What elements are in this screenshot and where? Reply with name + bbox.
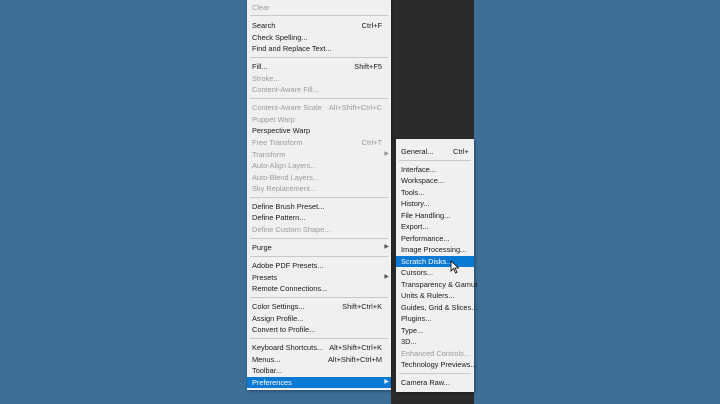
- submenu-item-camera-raw[interactable]: Camera Raw...: [396, 377, 474, 388]
- submenu-item-export[interactable]: Export...: [396, 221, 474, 232]
- shortcut-label: Ctrl+: [453, 147, 469, 156]
- menu-item-auto-blend-layers: Auto-Blend Layers...: [252, 173, 319, 182]
- submenu-item-history[interactable]: History...: [396, 198, 474, 209]
- menu-item-keyboard-shortcuts[interactable]: Keyboard Shortcuts... Alt+Shift+Ctrl+K: [247, 342, 391, 353]
- menu-item-presets[interactable]: Presets ▶: [247, 272, 391, 283]
- shortcut-label: Alt+Shift+Ctrl+C: [328, 103, 382, 112]
- edit-menu: Clear Search Ctrl+F Check Spelling... Fin…: [247, 0, 391, 390]
- preferences-submenu: General... Ctrl+ Interface... Workspace..…: [396, 139, 477, 392]
- submenu-item-performance[interactable]: Performance...: [396, 233, 474, 244]
- menu-separator: [250, 15, 388, 16]
- submenu-item-type[interactable]: Type...: [396, 325, 474, 336]
- shortcut-label: Ctrl+T: [361, 138, 382, 147]
- submenu-item-3d[interactable]: 3D...: [396, 336, 474, 347]
- menu-item-clear: Clear: [252, 3, 270, 12]
- menu-item-adobe-pdf-presets[interactable]: Adobe PDF Presets...: [247, 260, 391, 271]
- menu-separator: [399, 160, 471, 161]
- menu-item-preferences[interactable]: Preferences ▶: [247, 377, 391, 388]
- menu-separator: [250, 297, 388, 298]
- submenu-arrow-icon: ▶: [384, 244, 389, 250]
- menu-item-assign-profile[interactable]: Assign Profile...: [247, 313, 391, 324]
- shortcut-label: Shift+F5: [354, 62, 382, 71]
- menu-item-stroke: Stroke...: [252, 74, 280, 83]
- menu-item-toolbar[interactable]: Toolbar...: [247, 365, 391, 376]
- menu-separator: [399, 373, 471, 374]
- menu-item-content-aware-scale: Content-Aware Scale Alt+Shift+Ctrl+C: [252, 103, 382, 112]
- menu-separator: [250, 256, 388, 257]
- submenu-arrow-icon: ▶: [384, 379, 389, 385]
- submenu-item-guides-grid-slices[interactable]: Guides, Grid & Slices...: [396, 302, 477, 313]
- menu-item-check-spelling[interactable]: Check Spelling...: [247, 32, 391, 43]
- menu-item-find-replace-text[interactable]: Find and Replace Text...: [247, 43, 391, 54]
- shortcut-label: Ctrl+F: [361, 21, 382, 30]
- menu-separator: [250, 197, 388, 198]
- menu-item-remote-connections[interactable]: Remote Connections...: [247, 283, 391, 294]
- submenu-item-image-processing[interactable]: Image Processing...: [396, 244, 474, 255]
- menu-item-convert-to-profile[interactable]: Convert to Profile...: [247, 324, 391, 335]
- submenu-item-tools[interactable]: Tools...: [396, 187, 474, 198]
- mouse-pointer-icon: [450, 260, 460, 274]
- menu-item-menus[interactable]: Menus... Alt+Shift+Ctrl+M: [247, 354, 391, 365]
- menu-item-transform: Transform ▶: [252, 150, 389, 159]
- menu-item-search[interactable]: Search Ctrl+F: [247, 20, 391, 31]
- submenu-arrow-icon: ▶: [384, 274, 389, 280]
- submenu-item-workspace[interactable]: Workspace...: [396, 175, 474, 186]
- shortcut-label: Alt+Shift+Ctrl+K: [329, 343, 382, 352]
- menu-item-define-pattern[interactable]: Define Pattern...: [247, 212, 391, 223]
- menu-item-fill[interactable]: Fill... Shift+F5: [247, 61, 391, 72]
- submenu-item-interface[interactable]: Interface...: [396, 164, 474, 175]
- submenu-item-transparency-gamut[interactable]: Transparency & Gamut: [396, 279, 477, 290]
- menu-item-sky-replacement: Sky Replacement...: [252, 184, 317, 193]
- menu-item-perspective-warp[interactable]: Perspective Warp: [247, 125, 391, 136]
- menu-item-define-custom-shape: Define Custom Shape...: [252, 225, 331, 234]
- menu-separator: [250, 98, 388, 99]
- menu-item-auto-align-layers: Auto-Align Layers...: [252, 161, 317, 170]
- menu-separator: [250, 238, 388, 239]
- submenu-item-cursors[interactable]: Cursors...: [396, 267, 474, 278]
- menu-item-define-brush-preset[interactable]: Define Brush Preset...: [247, 201, 391, 212]
- menu-separator: [250, 338, 388, 339]
- menu-item-content-aware-fill: Content-Aware Fill...: [252, 85, 319, 94]
- submenu-arrow-icon: ▶: [384, 151, 389, 157]
- menu-item-puppet-warp: Puppet Warp: [252, 115, 295, 124]
- shortcut-label: Shift+Ctrl+K: [342, 302, 382, 311]
- submenu-item-general[interactable]: General... Ctrl+: [396, 146, 474, 157]
- submenu-item-file-handling[interactable]: File Handling...: [396, 210, 474, 221]
- submenu-item-enhanced-controls: Enhanced Controls...: [401, 349, 471, 358]
- submenu-item-plugins[interactable]: Plugins...: [396, 313, 474, 324]
- submenu-item-units-rulers[interactable]: Units & Rulers...: [396, 290, 474, 301]
- menu-item-free-transform: Free Transform Ctrl+T: [252, 138, 382, 147]
- menu-separator: [250, 57, 388, 58]
- submenu-item-scratch-disks[interactable]: Scratch Disks...: [396, 256, 474, 267]
- menu-item-color-settings[interactable]: Color Settings... Shift+Ctrl+K: [247, 301, 391, 312]
- menu-item-purge[interactable]: Purge ▶: [247, 242, 391, 253]
- shortcut-label: Alt+Shift+Ctrl+M: [327, 355, 382, 364]
- submenu-item-technology-previews[interactable]: Technology Previews...: [396, 359, 477, 370]
